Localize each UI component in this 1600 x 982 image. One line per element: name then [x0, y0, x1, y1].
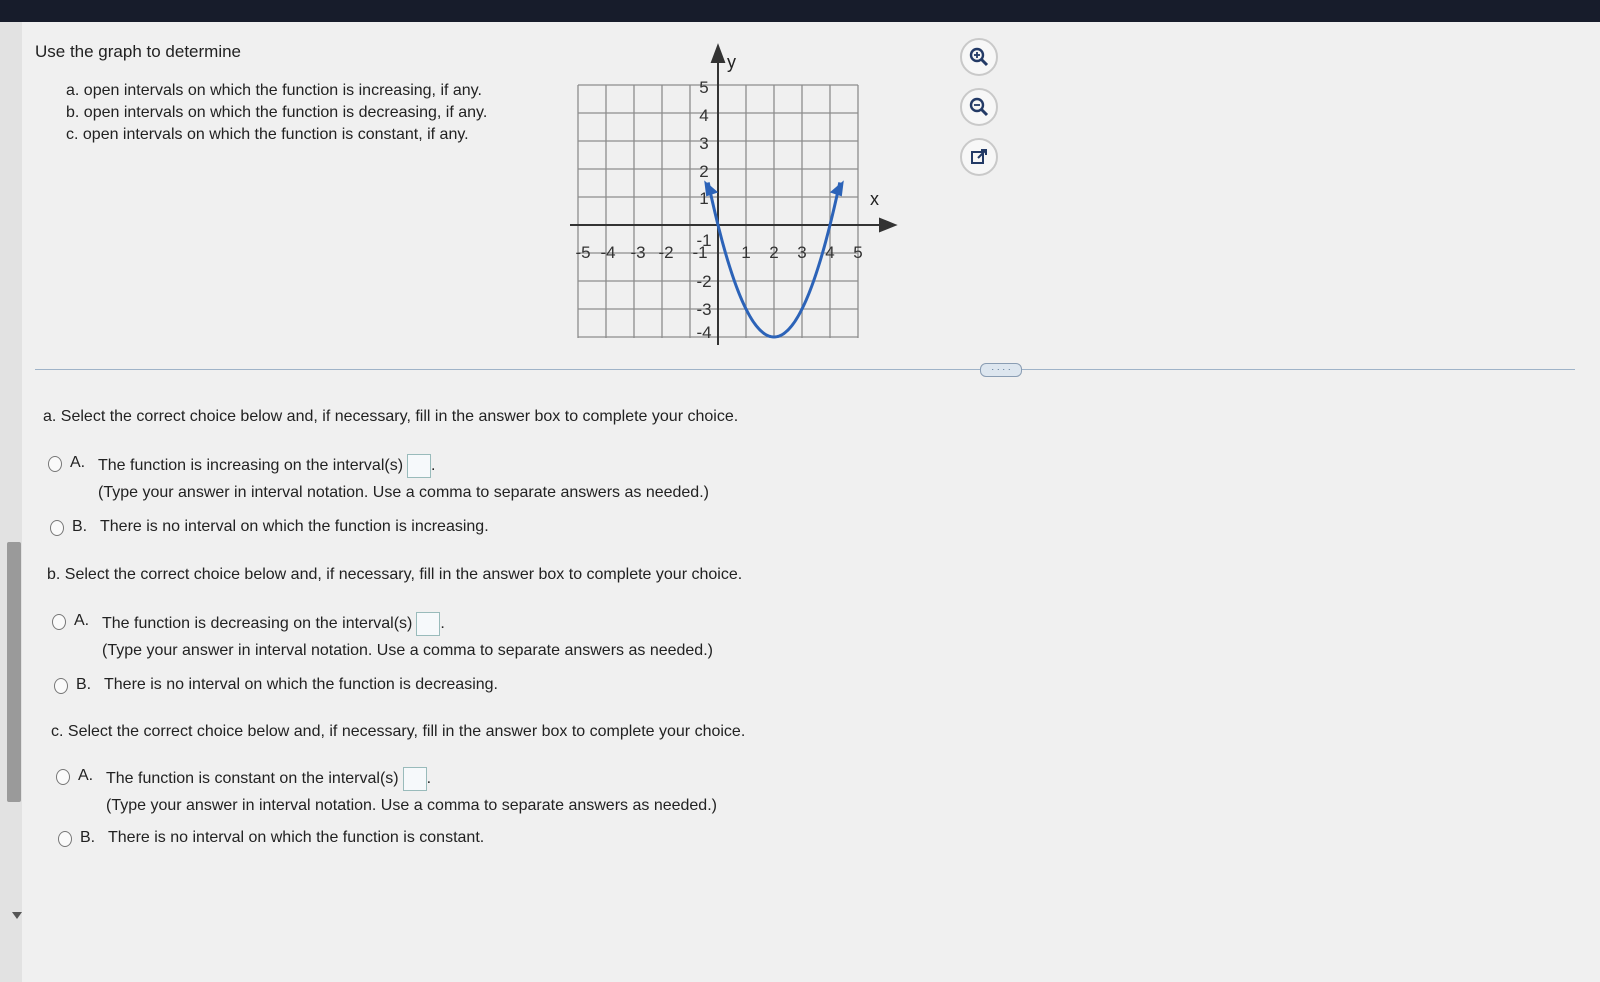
option-text: The function is constant on the interval…	[106, 770, 399, 788]
y-tick-label: 2	[699, 162, 708, 181]
option-letter: A.	[74, 612, 90, 629]
part-b-question: b. Select the correct choice below and, …	[47, 566, 743, 583]
option-hint: (Type your answer in interval notation. …	[102, 642, 713, 659]
graph-toolbar	[960, 38, 1000, 188]
option-letter: A.	[78, 767, 94, 784]
x-tick-label: 4	[825, 243, 834, 262]
x-tick-label: 5	[853, 243, 862, 262]
option-hint: (Type your answer in interval notation. …	[106, 797, 717, 814]
x-axis-label: x	[870, 189, 879, 209]
option-text: The function is increasing on the interv…	[98, 457, 404, 475]
zoom-in-icon	[969, 47, 989, 67]
option-text: There is no interval on which the functi…	[108, 829, 485, 846]
option-text-block: The function is decreasing on the interv…	[102, 612, 713, 660]
y-tick-label: 5	[699, 78, 708, 97]
part-c-option-b[interactable]: B. There is no interval on which the fun…	[58, 829, 484, 847]
part-a-question: a. Select the correct choice below and, …	[43, 408, 739, 425]
answer-input[interactable]	[407, 454, 432, 478]
popout-button[interactable]	[960, 138, 998, 176]
x-tick-label: 1	[741, 243, 750, 262]
x-tick-label: -5	[575, 243, 590, 262]
option-letter: B.	[76, 676, 92, 693]
scroll-down-arrow-icon[interactable]	[12, 912, 22, 919]
option-text-block: The function is increasing on the interv…	[98, 454, 709, 502]
y-tick-label: -4	[696, 323, 711, 342]
curve-arrow-right-icon	[829, 180, 844, 197]
option-hint: (Type your answer in interval notation. …	[98, 484, 709, 501]
x-tick-label: -2	[658, 243, 673, 262]
problem-item-c: c. open intervals on which the function …	[66, 126, 469, 143]
radio-button[interactable]	[52, 614, 66, 630]
part-c-question: c. Select the correct choice below and, …	[51, 723, 746, 740]
option-letter: B.	[80, 829, 96, 846]
radio-button[interactable]	[50, 520, 64, 536]
answer-input[interactable]	[402, 767, 427, 791]
x-tick-label: -4	[600, 243, 615, 262]
popout-icon	[971, 149, 987, 164]
y-tick-label: 4	[699, 106, 708, 125]
radio-button[interactable]	[48, 456, 62, 472]
y-tick-label: -2	[696, 272, 711, 291]
problem-item-a: a. open intervals on which the function …	[66, 82, 482, 99]
radio-button[interactable]	[56, 769, 70, 785]
part-a-option-a[interactable]: A. The function is increasing on the int…	[48, 454, 709, 502]
zoom-in-button[interactable]	[960, 38, 998, 76]
option-letter: A.	[70, 454, 86, 471]
zoom-out-icon	[969, 97, 989, 117]
option-text: The function is decreasing on the interv…	[102, 615, 413, 633]
y-tick-label: -3	[696, 300, 711, 319]
x-tick-label: 3	[797, 243, 806, 262]
top-bar	[0, 0, 1600, 22]
x-tick-label: 2	[769, 243, 778, 262]
y-tick-label: 3	[699, 134, 708, 153]
answer-input[interactable]	[416, 612, 441, 636]
curve-arrow-left-icon	[704, 180, 719, 197]
scrollbar[interactable]	[7, 542, 21, 802]
part-b-option-b[interactable]: B. There is no interval on which the fun…	[54, 676, 498, 694]
problem-items: a. open intervals on which the function …	[66, 80, 487, 146]
function-graph: x y -5 -4 -3 -2 -1 1 2 3 4 5 5 4 3 2 1 -…	[570, 43, 898, 345]
zoom-out-button[interactable]	[960, 88, 998, 126]
y-axis-label: y	[727, 52, 736, 72]
problem-intro: Use the graph to determine	[35, 42, 242, 61]
part-a-option-b[interactable]: B. There is no interval on which the fun…	[50, 518, 489, 536]
part-c-option-a[interactable]: A. The function is constant on the inter…	[56, 767, 717, 815]
radio-button[interactable]	[58, 831, 72, 847]
left-panel-edge	[0, 22, 23, 982]
graph-axes	[570, 43, 898, 345]
expand-more-button[interactable]: · · · ·	[980, 363, 1022, 377]
problem-item-b: b. open intervals on which the function …	[66, 104, 488, 121]
option-text: There is no interval on which the functi…	[104, 676, 498, 693]
y-tick-label: -1	[696, 231, 711, 250]
option-text: There is no interval on which the functi…	[100, 518, 489, 535]
option-text-block: The function is constant on the interval…	[106, 767, 717, 815]
radio-button[interactable]	[54, 678, 68, 694]
section-divider	[35, 369, 1575, 370]
option-letter: B.	[72, 518, 88, 535]
x-tick-label: -3	[630, 243, 645, 262]
part-b-option-a[interactable]: A. The function is decreasing on the int…	[52, 612, 713, 660]
